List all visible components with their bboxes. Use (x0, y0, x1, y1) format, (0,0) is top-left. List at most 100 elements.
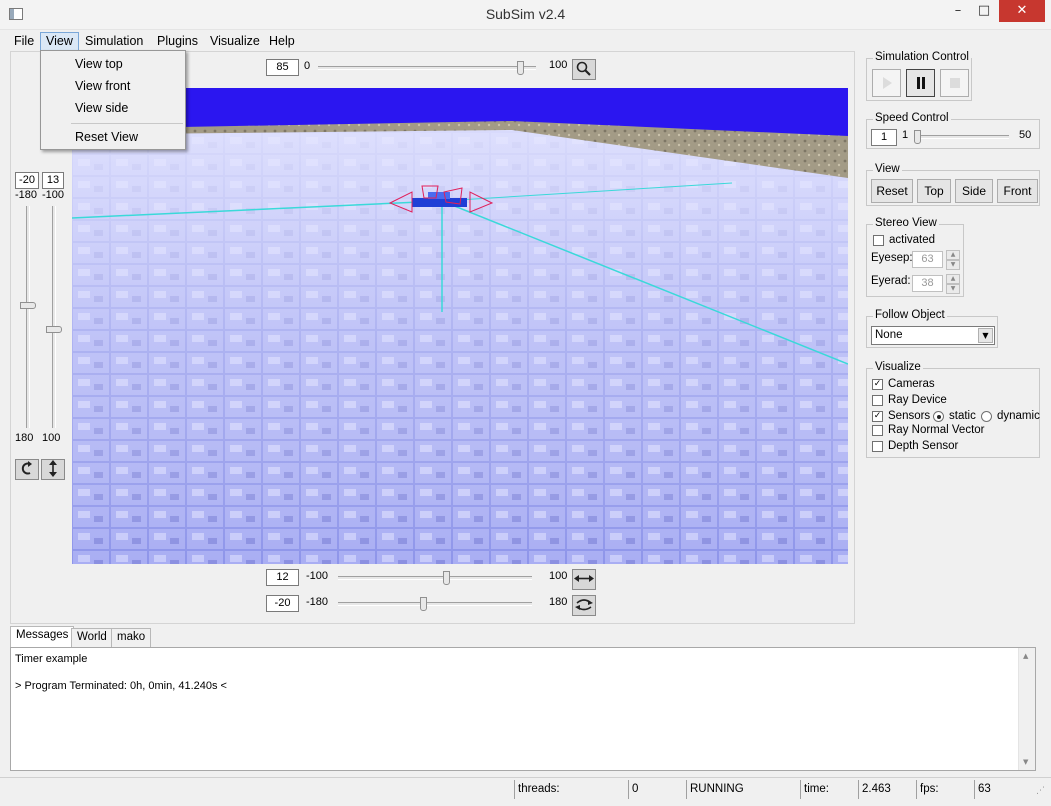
static-label: static (949, 410, 976, 422)
speed-control-title: Speed Control (873, 112, 951, 124)
minimize-button[interactable]: – (945, 0, 971, 22)
zoom-min-label: 0 (304, 60, 311, 72)
stop-icon (949, 78, 960, 88)
cameras-checkbox[interactable]: ✓ (872, 379, 883, 390)
play-icon (882, 77, 892, 89)
speed-min-label: 1 (902, 129, 909, 141)
slider-a-min-label: -180 (15, 189, 38, 201)
messages-area[interactable]: Timer example > Program Terminated: 0h, … (10, 647, 1036, 771)
speed-max-label: 50 (1019, 129, 1032, 141)
depth-sensor-checkbox[interactable] (872, 441, 883, 452)
angle-field-b[interactable]: 13 (42, 172, 64, 189)
zoom-value-field[interactable]: 85 (266, 59, 299, 76)
vertical-slider-a[interactable] (19, 206, 36, 428)
message-line: > Program Terminated: 0h, 0min, 41.240s … (15, 680, 227, 692)
view-reset-button[interactable]: Reset (871, 179, 913, 203)
view-menu-front[interactable]: View front (43, 75, 183, 97)
eyerad-field[interactable]: 38 (912, 275, 943, 292)
stereo-view-group: Stereo View activated Eyesep: 63 ▲ ▼ Eye… (866, 217, 964, 297)
visualize-group: Visualize ✓ Cameras Ray Device ✓ Sensors… (866, 361, 1040, 458)
menu-visualize[interactable]: Visualize (205, 32, 265, 51)
menu-file[interactable]: File (9, 32, 39, 51)
pause-icon (916, 77, 925, 89)
pan-x-max-label: 100 (549, 570, 568, 582)
slider-a-max-label: 180 (15, 432, 34, 444)
static-radio[interactable] (933, 411, 944, 422)
eyesep-field[interactable]: 63 (912, 251, 943, 268)
messages-scrollbar[interactable]: ▲ ▼ (1018, 648, 1035, 770)
view-group: View Reset Top Side Front (866, 163, 1040, 206)
dynamic-radio[interactable] (981, 411, 992, 422)
tab-world[interactable]: World (71, 628, 113, 647)
view-menu-reset[interactable]: Reset View (43, 126, 183, 148)
rotate-y-slider[interactable] (334, 597, 536, 611)
maximize-button[interactable]: □ (971, 0, 997, 22)
sensors-checkbox[interactable]: ✓ (872, 411, 883, 422)
menu-separator (71, 123, 183, 124)
pan-x-slider[interactable] (334, 571, 536, 585)
stereo-activated-checkbox[interactable] (873, 235, 884, 246)
tab-messages[interactable]: Messages (10, 626, 75, 648)
view-menu-side[interactable]: View side (43, 97, 183, 119)
ray-device-label: Ray Device (888, 394, 947, 406)
horizontal-arrows-icon[interactable] (572, 569, 596, 590)
eyerad-label: Eyerad: (871, 275, 911, 287)
tab-mako[interactable]: mako (111, 628, 152, 647)
rotate-y-min-label: -180 (306, 596, 329, 608)
follow-object-title: Follow Object (873, 309, 947, 321)
zoom-max-label: 100 (549, 59, 568, 71)
angle-field-a[interactable]: -20 (15, 172, 39, 189)
follow-object-select[interactable]: None ▼ (871, 326, 995, 345)
menu-view[interactable]: View (40, 32, 79, 51)
speed-slider[interactable] (913, 130, 1013, 144)
3d-viewport[interactable] (72, 88, 848, 564)
eyerad-down-icon[interactable]: ▼ (946, 284, 960, 294)
view-front-button[interactable]: Front (997, 179, 1038, 203)
resize-grip-icon[interactable]: ⋰ (1036, 786, 1048, 798)
scroll-down-icon[interactable]: ▼ (1023, 758, 1028, 766)
scroll-up-icon[interactable]: ▲ (1023, 652, 1028, 660)
status-bar: threads: 0 RUNNING time: 2.463 fps: 63 ⋰ (0, 777, 1051, 799)
sensors-label: Sensors (888, 410, 931, 422)
status-state: RUNNING (686, 780, 800, 799)
rotate-y-field[interactable]: -20 (266, 595, 299, 612)
follow-object-value: None (875, 329, 903, 341)
rotate-horizontal-icon[interactable] (572, 595, 596, 616)
rotate-icon[interactable] (15, 459, 39, 480)
play-button[interactable] (872, 69, 901, 97)
ray-device-checkbox[interactable] (872, 395, 883, 406)
slider-b-max-label: 100 (42, 432, 61, 444)
ray-normal-label: Ray Normal Vector (888, 424, 985, 436)
view-top-button[interactable]: Top (917, 179, 951, 203)
zoom-slider[interactable] (314, 61, 540, 75)
pause-button[interactable] (906, 69, 935, 97)
view-group-title: View (873, 163, 902, 175)
speed-control-group: Speed Control 1 1 50 (866, 112, 1040, 149)
view-side-button[interactable]: Side (955, 179, 993, 203)
ray-normal-checkbox[interactable] (872, 425, 883, 436)
chevron-down-icon[interactable]: ▼ (978, 328, 993, 343)
pan-x-field[interactable]: 12 (266, 569, 299, 586)
message-line: Timer example (15, 653, 88, 665)
visualize-title: Visualize (873, 361, 923, 373)
menu-help[interactable]: Help (264, 32, 300, 51)
time-label: time: (800, 780, 858, 799)
close-button[interactable]: ✕ (999, 0, 1045, 22)
magnifier-icon[interactable] (572, 59, 596, 80)
view-menu-dropdown: View top View front View side Reset View (40, 50, 186, 150)
view-menu-top[interactable]: View top (43, 53, 183, 75)
fps-value: 63 (974, 780, 1032, 799)
stereo-activated-label: activated (889, 234, 936, 246)
cameras-label: Cameras (888, 378, 935, 390)
vertical-slider-b[interactable] (45, 206, 62, 428)
vertical-arrows-icon[interactable] (41, 459, 65, 480)
eyerad-up-icon[interactable]: ▲ (946, 274, 960, 284)
stop-button[interactable] (940, 69, 969, 97)
eyesep-up-icon[interactable]: ▲ (946, 250, 960, 260)
eyesep-down-icon[interactable]: ▼ (946, 260, 960, 270)
depth-sensor-label: Depth Sensor (888, 440, 959, 452)
menu-simulation[interactable]: Simulation (80, 32, 148, 51)
menu-plugins[interactable]: Plugins (152, 32, 203, 51)
slider-b-min-label: -100 (42, 189, 65, 201)
speed-value-field[interactable]: 1 (871, 129, 897, 146)
